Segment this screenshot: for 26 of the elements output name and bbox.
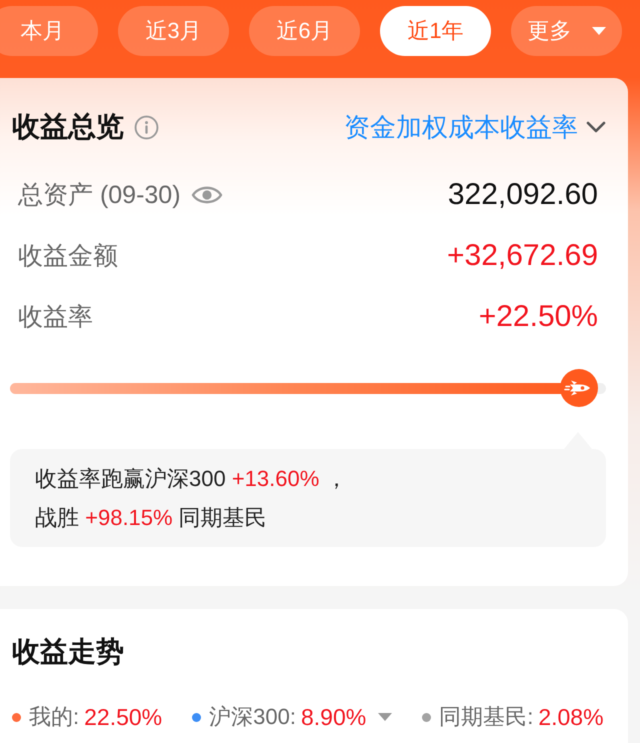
section-title: 收益总览 [12,110,124,144]
legend-label: 沪深300: [209,703,296,731]
section-title: 收益走势 [12,635,124,669]
chevron-down-icon [586,121,606,133]
legend-value: 2.08% [538,704,604,730]
legend-label: 同期基民: [439,703,534,731]
rate-type-dropdown[interactable]: 资金加权成本收益率 [344,110,606,144]
metric-value: +22.50% [478,300,598,334]
info-icon[interactable] [134,114,159,140]
legend-value: 22.50% [84,704,162,730]
comparison-text: 战胜 +98.15% 同期基民 [35,504,268,532]
metric-label: 收益金额 [18,241,118,272]
period-tab[interactable]: 近6月 [249,6,360,56]
caret-down-icon [592,27,606,35]
period-tab[interactable]: 更多 [511,6,622,56]
period-tab[interactable]: 近3月 [118,6,229,56]
period-tab[interactable]: 近1年 [380,6,491,56]
metric-value: +32,672.69 [447,238,598,272]
metric-label: 总资产 (09-30) [18,180,181,211]
eye-icon[interactable] [190,184,223,206]
legend-label: 我的: [29,703,80,731]
metric-value: 322,092.60 [448,178,598,212]
comparison-text: 收益率跑赢沪深300 +13.60% ， [35,465,348,493]
metric-label: 收益率 [18,302,93,333]
period-tab[interactable]: 本月 [0,6,98,56]
legend-value: 8.90% [300,704,366,730]
